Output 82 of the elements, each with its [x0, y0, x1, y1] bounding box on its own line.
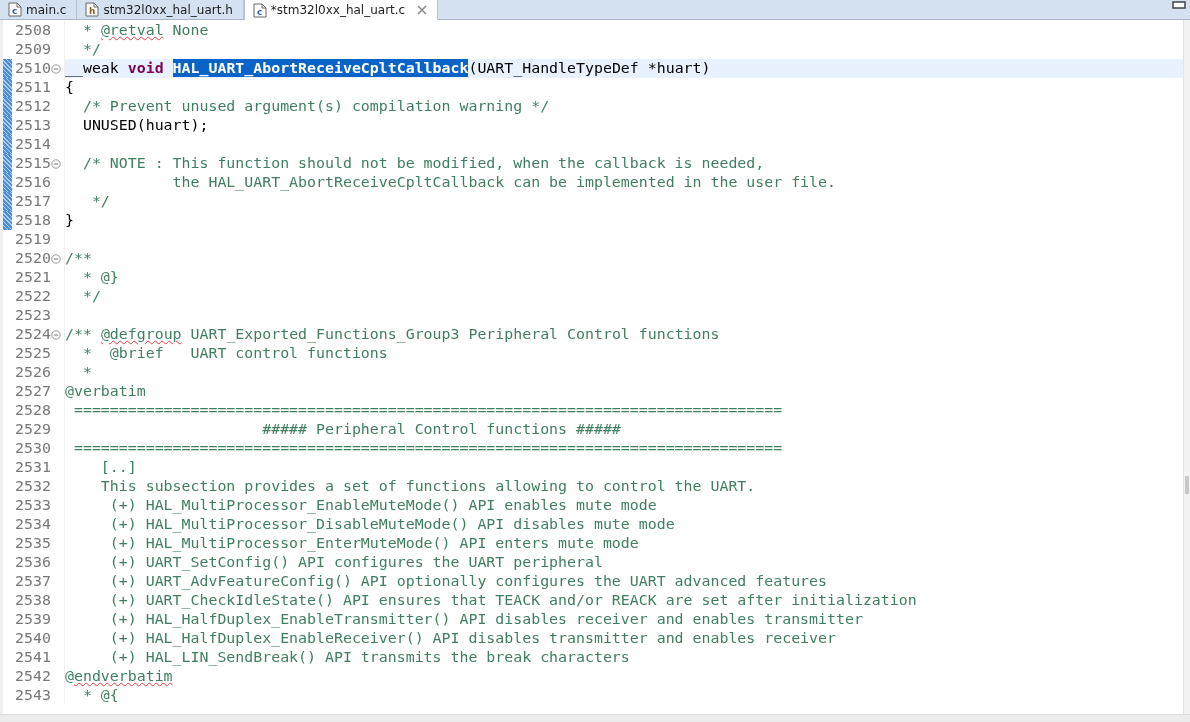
- code-line: }: [65, 211, 75, 230]
- line-number: 2520: [14, 249, 51, 268]
- code-line: * @}: [81, 268, 120, 287]
- line-number: 2511: [14, 78, 51, 97]
- code-line: (+) HAL_LIN_SendBreak() API transmits the break characters: [108, 648, 631, 667]
- line-number: 2539: [14, 610, 51, 629]
- line-number: 2517: [14, 192, 51, 211]
- line-number: 2521: [14, 268, 51, 287]
- code-line: /* NOTE : This function should not be modified, when the callback is needed,: [81, 154, 766, 173]
- file-icon: h: [85, 2, 100, 17]
- line-number: 2540: [14, 629, 51, 648]
- code-line: ===============================================================================: [72, 439, 784, 458]
- collapse-icon[interactable]: [51, 253, 61, 264]
- line-number: 2528: [14, 401, 51, 420]
- line-number: 2533: [14, 496, 51, 515]
- code-line: * @{: [81, 686, 120, 705]
- line-number: 2508: [14, 21, 51, 40]
- code-line: /**: [65, 249, 93, 268]
- vertical-scrollbar[interactable]: [1183, 20, 1190, 714]
- code-line: (+) UART_CheckIdleState() API ensures that TEACK and/or REACK are set after initialization: [108, 591, 918, 610]
- code-line: /** @defgroup UART_Exported_Functions_Group3 Peripheral Control functions: [65, 325, 721, 344]
- line-number: 2514: [14, 135, 51, 154]
- line-number: 2527: [14, 382, 51, 401]
- code-line: (+) HAL_MultiProcessor_EnableMuteMode() API enables mute mode: [108, 496, 658, 515]
- code-line: ##### Peripheral Control functions #####: [261, 420, 622, 439]
- code-line: @verbatim: [65, 382, 147, 401]
- code-line: {: [65, 78, 75, 97]
- code-line: ===============================================================================: [72, 401, 784, 420]
- line-number: 2522: [14, 287, 51, 306]
- code-line: */: [81, 40, 102, 59]
- code-line: [..]: [99, 458, 138, 477]
- editor-tab[interactable]: c *stm32l0xx_hal_uart.c: [243, 0, 439, 20]
- code-line: */: [81, 287, 102, 306]
- line-number: 2532: [14, 477, 51, 496]
- line-number: 2541: [14, 648, 51, 667]
- editor-tab[interactable]: c main.c: [0, 0, 78, 19]
- code-line: (+) UART_SetConfig() API configures the UART peripheral: [108, 553, 604, 572]
- line-number: 2519: [14, 230, 51, 249]
- line-number: 2518: [14, 211, 51, 230]
- line-number: 2535: [14, 534, 51, 553]
- line-number: 2537: [14, 572, 51, 591]
- line-number: 2513: [14, 116, 51, 135]
- code-line: (+) UART_AdvFeatureConfig() API optionally configures the UART advanced features: [108, 572, 829, 591]
- minimize-icon[interactable]: [1172, 1, 1186, 10]
- line-number: 2529: [14, 420, 51, 439]
- line-number: 2534: [14, 515, 51, 534]
- line-number: 2510: [14, 59, 51, 78]
- code-line: */: [90, 192, 111, 211]
- line-number: 2543: [14, 686, 51, 705]
- code-line: (+) HAL_MultiProcessor_DisableMuteMode() API disables mute mode: [108, 515, 676, 534]
- line-number: 2542: [14, 667, 51, 686]
- horizontal-scrollbar[interactable]: [0, 714, 1190, 722]
- line-number: 2536: [14, 553, 51, 572]
- collapse-icon[interactable]: [51, 63, 61, 74]
- close-icon[interactable]: [417, 5, 428, 15]
- line-number: 2515: [14, 154, 51, 173]
- collapse-icon[interactable]: [51, 329, 61, 340]
- line-number: 2512: [14, 97, 51, 116]
- code-line: (+) HAL_MultiProcessor_EnterMuteMode() API enters mute mode: [108, 534, 640, 553]
- editor-tab[interactable]: h stm32l0xx_hal_uart.h: [77, 0, 244, 19]
- code-line: * @brief UART control functions: [81, 344, 389, 363]
- code-line: * @retval None: [81, 21, 210, 40]
- code-line: the HAL_UART_AbortReceiveCpltCallback can be implemented in the user file.: [171, 173, 837, 192]
- code-line: *: [81, 363, 93, 382]
- file-icon: c: [8, 2, 22, 17]
- line-number: 2538: [14, 591, 51, 610]
- code-line: @endverbatim: [65, 667, 174, 686]
- line-number: 2530: [14, 439, 51, 458]
- collapse-icon[interactable]: [51, 158, 61, 169]
- line-number: 2509: [14, 40, 51, 59]
- code-line: (+) HAL_HalfDuplex_EnableReceiver() API disables transmitter and enables receiver: [108, 629, 837, 648]
- code-line: /* Prevent unused argument(s) compilation warning */: [81, 97, 551, 116]
- code-line: This subsection provides a set of functions allowing to control the UART.: [99, 477, 757, 496]
- line-number: 2516: [14, 173, 51, 192]
- line-number: 2525: [14, 344, 51, 363]
- line-number: 2526: [14, 363, 51, 382]
- line-number: 2531: [14, 458, 51, 477]
- file-icon: c: [252, 2, 267, 18]
- line-number: 2524: [14, 325, 51, 344]
- line-number: 2523: [14, 306, 51, 325]
- code-line: UNUSED(huart);: [81, 116, 210, 135]
- code-line: (+) HAL_HalfDuplex_EnableTransmitter() API disables receiver and enables transmitter: [108, 610, 864, 629]
